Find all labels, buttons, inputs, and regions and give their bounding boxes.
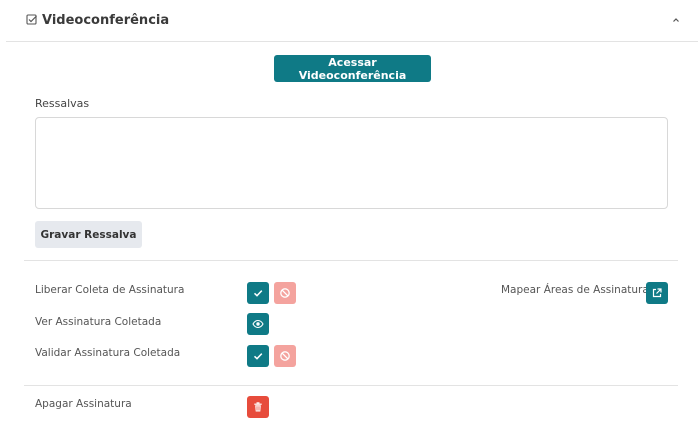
validate-signature-approve-button[interactable] bbox=[247, 345, 269, 367]
view-signature-button[interactable] bbox=[247, 313, 269, 335]
chevron-up-icon[interactable] bbox=[670, 14, 682, 26]
divider bbox=[24, 260, 678, 261]
videoconference-panel: Videoconferência Acessar Videoconferênci… bbox=[0, 0, 698, 444]
panel-title: Videoconferência bbox=[42, 13, 170, 28]
panel-header[interactable]: Videoconferência bbox=[6, 0, 698, 42]
validate-signature-label: Validar Assinatura Coletada bbox=[35, 347, 181, 359]
save-ressalva-button[interactable]: Gravar Ressalva bbox=[35, 221, 142, 248]
map-signature-areas-button[interactable] bbox=[646, 282, 668, 304]
ressalvas-label: Ressalvas bbox=[35, 97, 90, 110]
release-signature-approve-button[interactable] bbox=[247, 282, 269, 304]
release-signature-deny-button[interactable] bbox=[274, 282, 296, 304]
ban-icon bbox=[280, 288, 290, 298]
ressalvas-textarea[interactable] bbox=[35, 117, 668, 209]
divider bbox=[24, 385, 678, 386]
release-signature-label: Liberar Coleta de Assinatura bbox=[35, 284, 185, 296]
eye-icon bbox=[252, 319, 264, 329]
access-videoconference-button[interactable]: Acessar Videoconferência bbox=[274, 55, 431, 82]
ban-icon bbox=[280, 351, 290, 361]
check-icon bbox=[253, 353, 263, 360]
delete-signature-label: Apagar Assinatura bbox=[35, 398, 132, 410]
map-signature-areas-label: Mapear Áreas de Assinatura bbox=[501, 284, 649, 296]
check-icon bbox=[253, 290, 263, 297]
view-signature-label: Ver Assinatura Coletada bbox=[35, 316, 162, 328]
delete-signature-button[interactable] bbox=[247, 396, 269, 418]
validate-signature-deny-button[interactable] bbox=[274, 345, 296, 367]
external-link-icon bbox=[652, 288, 662, 298]
checkbox-icon bbox=[26, 14, 37, 25]
trash-icon bbox=[254, 402, 262, 412]
